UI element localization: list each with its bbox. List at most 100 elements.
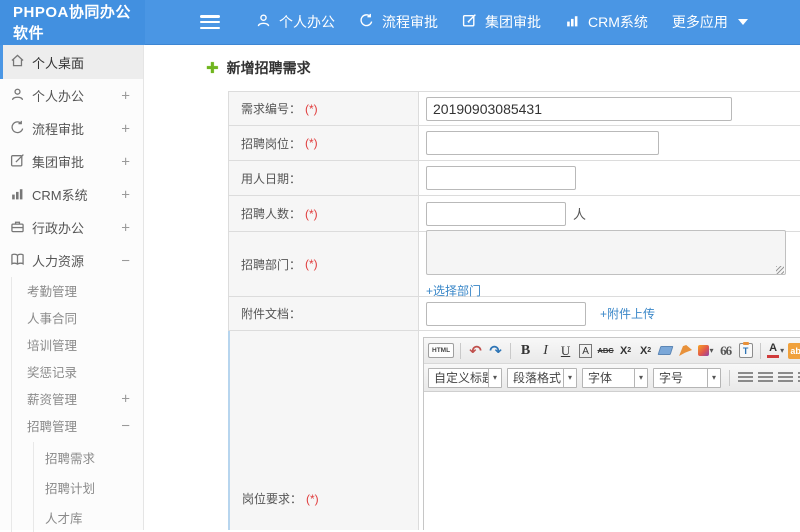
field-label-text: 招聘部门：	[241, 256, 301, 273]
recruit-submenu: 招聘需求 招聘计划 人才库	[33, 442, 143, 532]
sidebar-item-personnel-contract[interactable]: 人事合同	[12, 304, 143, 331]
sidebar-item-reward-punishment[interactable]: 奖惩记录	[12, 358, 143, 385]
sidebar-item-group-approval[interactable]: 集团审批 +	[0, 145, 143, 178]
font-size-select[interactable]: 字号 ▾	[653, 368, 721, 388]
field-label: 用人日期：	[229, 161, 419, 195]
custom-title-select[interactable]: 自定义标题 ▾	[428, 368, 502, 388]
user-icon	[10, 87, 32, 105]
sidebar-item-workflow-approval[interactable]: 流程审批 +	[0, 112, 143, 145]
redo-icon[interactable]: ↷	[487, 341, 504, 361]
sidebar-item-training-mgmt[interactable]: 培训管理	[12, 331, 143, 358]
form-row-recruit-position: 招聘岗位： (*)	[228, 126, 800, 161]
field-value	[419, 161, 800, 195]
paste-as-text-icon[interactable]: T	[737, 341, 754, 361]
chevron-down-icon	[738, 19, 748, 25]
font-color-button[interactable]: A ▾	[767, 341, 784, 361]
blockquote-button[interactable]: 66	[717, 341, 734, 361]
underline-button[interactable]: U	[557, 341, 574, 361]
expand-plus-icon[interactable]: +	[121, 87, 130, 104]
chevron-down-icon: ▾	[710, 346, 714, 355]
eraser-icon[interactable]	[657, 341, 674, 361]
superscript-button[interactable]: X2	[617, 341, 634, 361]
collapse-minus-icon[interactable]: −	[121, 252, 130, 269]
topnav-workflow-approval[interactable]: 流程审批	[359, 12, 438, 32]
sidebar-item-personal-office[interactable]: 个人办公 +	[0, 79, 143, 112]
user-icon	[256, 13, 279, 31]
highlight-color-button[interactable]: ab	[787, 341, 800, 361]
sidebar-item-crm-system[interactable]: CRM系统 +	[0, 178, 143, 211]
editor-content-area[interactable]	[424, 392, 800, 530]
unit-suffix: 人	[573, 204, 586, 223]
bar-chart-icon	[565, 13, 588, 31]
home-icon	[10, 53, 32, 71]
sidebar-item-recruit-demand[interactable]: 招聘需求	[34, 442, 143, 472]
collapse-minus-icon[interactable]: −	[121, 417, 130, 434]
align-left-icon[interactable]	[738, 372, 753, 384]
topnav-more-apps[interactable]: 更多应用	[672, 12, 748, 32]
bold-button[interactable]: B	[517, 341, 534, 361]
select-value: 自定义标题	[429, 369, 488, 387]
field-value: 人	[419, 196, 800, 231]
subscript-button[interactable]: X2	[637, 341, 654, 361]
rich-text-editor: HTML ↶ ↷ B I U A ABC X2 X2 ▾	[423, 337, 800, 530]
hire-date-input[interactable]	[426, 166, 576, 190]
sidebar-item-label: 奖惩记录	[27, 362, 77, 381]
paragraph-format-select[interactable]: 段落格式 ▾	[507, 368, 577, 388]
topnav-label: 流程审批	[382, 12, 438, 32]
color-palette-icon[interactable]: ▾	[697, 341, 714, 361]
sidebar-item-label: 人事合同	[27, 308, 77, 327]
demand-number-input[interactable]	[426, 97, 732, 121]
field-label: 招聘部门： (*)	[229, 232, 419, 296]
sidebar-item-label: CRM系统	[32, 185, 88, 204]
expand-plus-icon[interactable]: +	[121, 390, 130, 407]
recruit-demand-form: 需求编号： (*) 招聘岗位： (*) 用人日期：	[228, 91, 800, 530]
main-content: ✚ 新增招聘需求 需求编号： (*) 招聘岗位： (*) 用人日期：	[144, 45, 800, 530]
italic-button[interactable]: I	[537, 341, 554, 361]
topnav-crm-system[interactable]: CRM系统	[565, 12, 648, 32]
chevron-down-icon: ▾	[707, 369, 720, 387]
hamburger-menu-icon[interactable]	[200, 15, 220, 29]
align-right-icon[interactable]	[778, 372, 793, 384]
top-bar: PHPOA协同办公软件 个人办公 流程审批 集团审批	[0, 0, 800, 45]
required-mark: (*)	[306, 492, 319, 506]
select-value: 段落格式	[508, 369, 563, 387]
field-label-text: 招聘岗位：	[241, 135, 301, 152]
sidebar-item-recruit-plan[interactable]: 招聘计划	[34, 472, 143, 502]
sidebar-item-attendance-mgmt[interactable]: 考勤管理	[12, 277, 143, 304]
recruit-department-textarea[interactable]	[426, 230, 786, 275]
expand-plus-icon[interactable]: +	[121, 120, 130, 137]
topnav-group-approval[interactable]: 集团审批	[462, 12, 541, 32]
field-value	[419, 126, 800, 160]
field-label: 招聘人数： (*)	[229, 196, 419, 231]
align-center-icon[interactable]	[758, 372, 773, 384]
sidebar-item-personal-desktop[interactable]: 个人桌面	[0, 45, 143, 79]
font-family-select[interactable]: 字体 ▾	[582, 368, 648, 388]
recruit-position-input[interactable]	[426, 131, 659, 155]
topnav-personal-office[interactable]: 个人办公	[256, 12, 335, 32]
recruit-count-input[interactable]	[426, 202, 566, 226]
history-icon	[359, 13, 382, 31]
sidebar-item-talent-pool[interactable]: 人才库	[34, 502, 143, 532]
sidebar-item-label: 招聘计划	[45, 478, 95, 497]
html-source-button[interactable]: HTML	[428, 343, 454, 358]
sidebar-item-admin-office[interactable]: 行政办公 +	[0, 211, 143, 244]
required-mark: (*)	[305, 207, 318, 221]
sidebar-item-label: 人才库	[45, 508, 83, 527]
font-color-bar	[767, 355, 779, 358]
strikethrough-button[interactable]: ABC	[597, 341, 614, 361]
edit-square-icon	[462, 13, 485, 31]
sidebar-item-recruit-mgmt[interactable]: 招聘管理 −	[12, 412, 143, 439]
attachment-input[interactable]	[426, 302, 586, 326]
sidebar-item-label: 个人桌面	[32, 53, 84, 72]
undo-icon[interactable]: ↶	[467, 341, 484, 361]
format-brush-icon[interactable]	[677, 341, 694, 361]
attachment-upload-link[interactable]: +附件上传	[600, 305, 655, 322]
sidebar-item-salary-mgmt[interactable]: 薪资管理 +	[12, 385, 143, 412]
select-department-link[interactable]: +选择部门	[426, 282, 481, 299]
expand-plus-icon[interactable]: +	[121, 186, 130, 203]
char-border-button[interactable]: A	[579, 344, 592, 358]
hr-submenu: 考勤管理 人事合同 培训管理 奖惩记录 薪资管理 + 招聘管理 − 招聘需求 招…	[11, 277, 143, 532]
sidebar-item-human-resources[interactable]: 人力资源 −	[0, 244, 143, 277]
expand-plus-icon[interactable]: +	[121, 219, 130, 236]
expand-plus-icon[interactable]: +	[121, 153, 130, 170]
